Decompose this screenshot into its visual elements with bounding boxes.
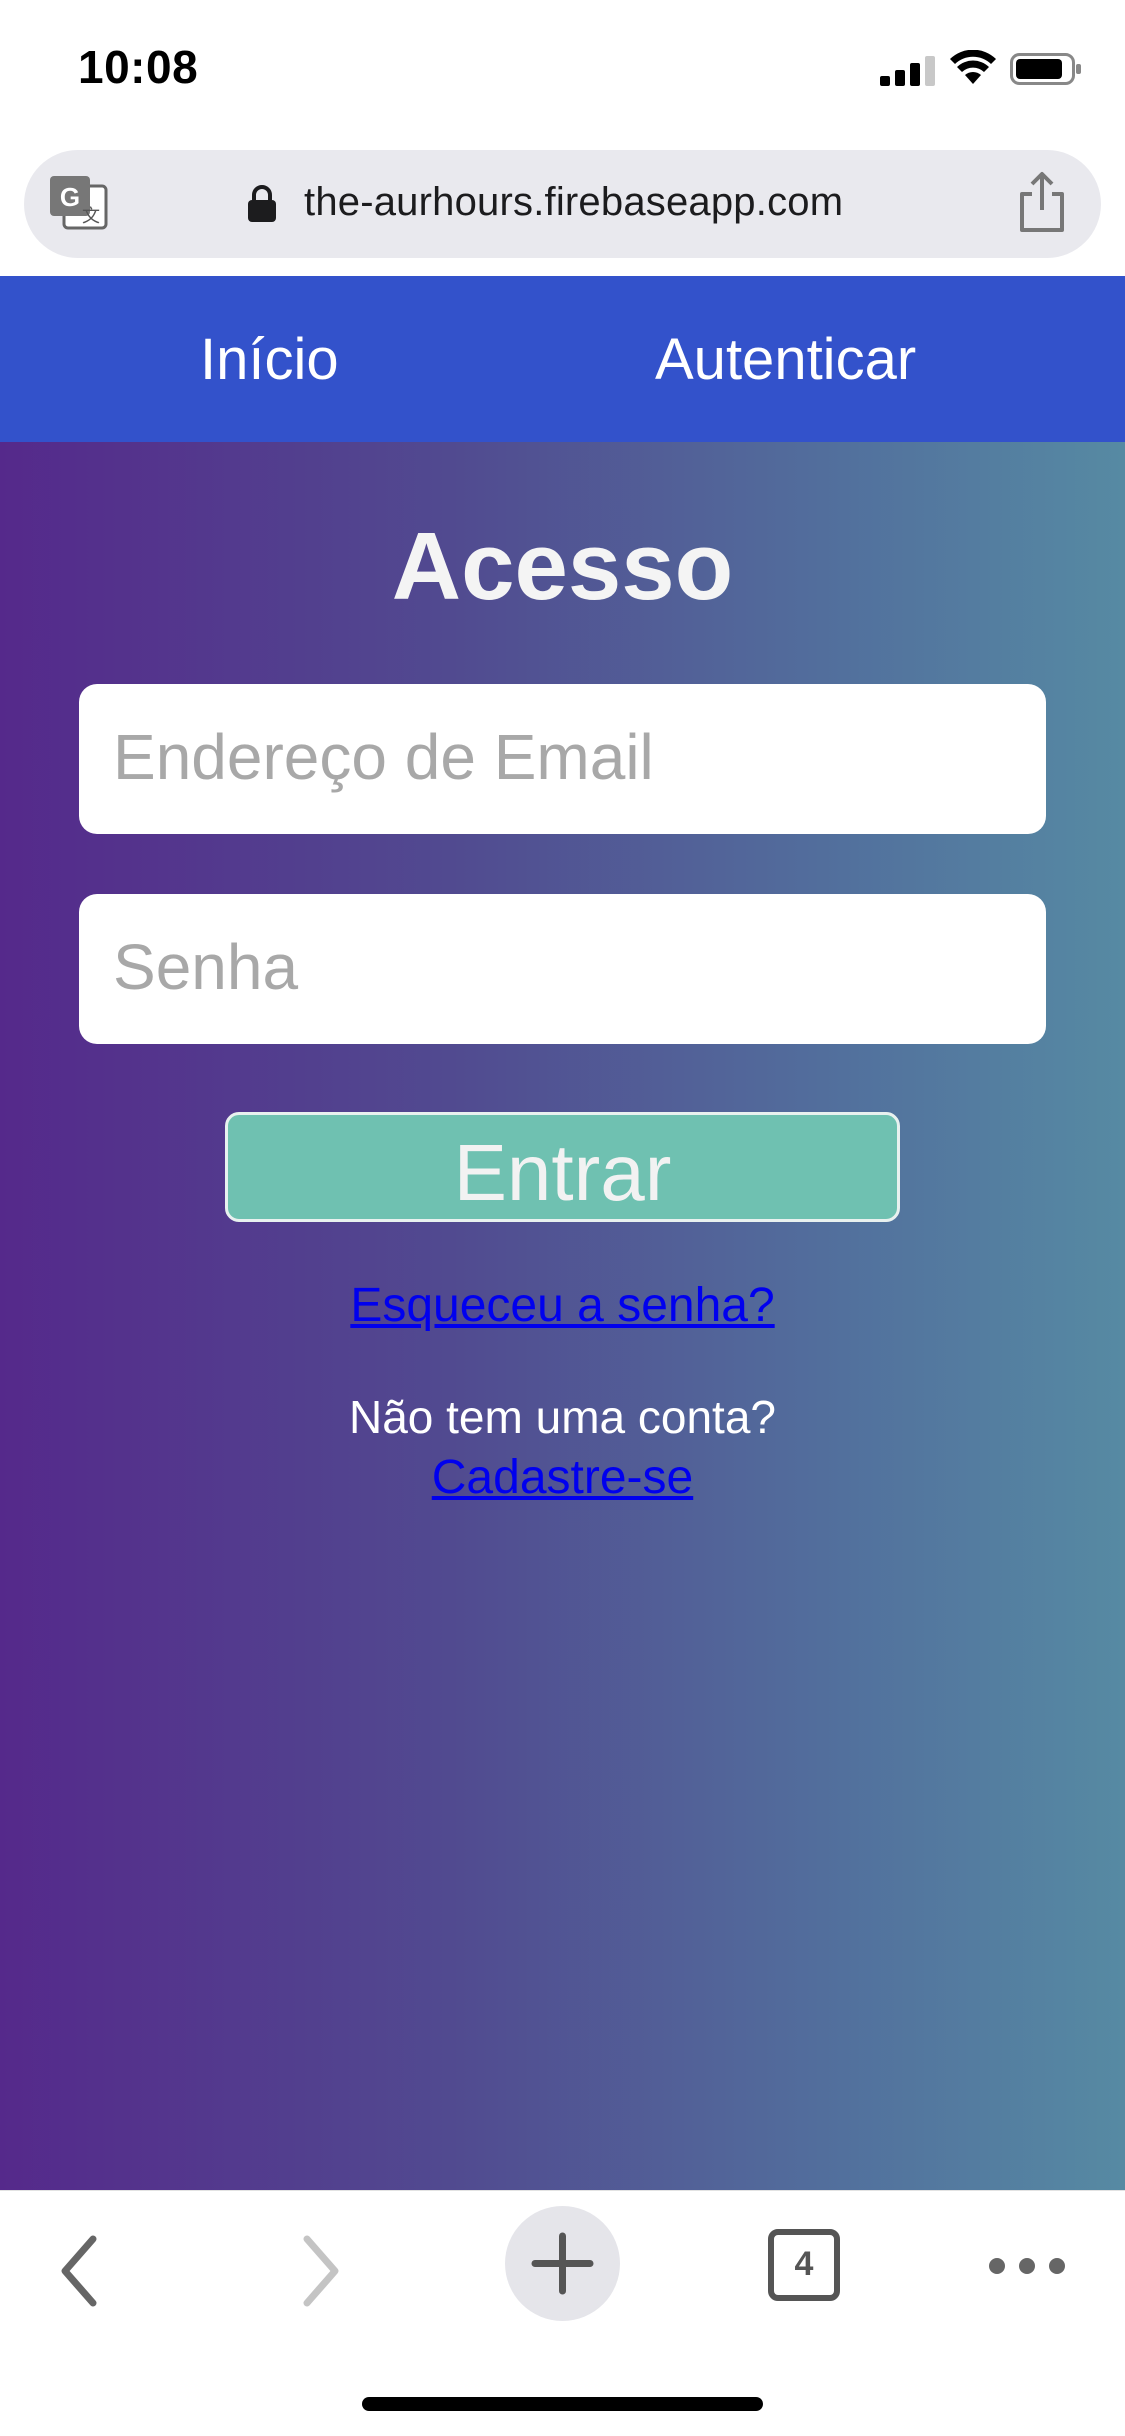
home-indicator [362, 2397, 763, 2411]
nav-item-autenticar[interactable]: Autenticar [655, 326, 916, 393]
submit-button[interactable]: Entrar [225, 1112, 900, 1222]
tabs-button[interactable]: 4 [768, 2229, 840, 2301]
top-nav: Início Autenticar [0, 276, 1125, 442]
login-section: Acesso Endereço de Email Senha Entrar Es… [0, 442, 1125, 2190]
page-title: Acesso [391, 513, 734, 620]
nav-item-inicio[interactable]: Início [200, 326, 339, 393]
translate-icon[interactable]: G 文 [46, 172, 110, 236]
share-icon[interactable] [1014, 170, 1070, 234]
password-placeholder: Senha [113, 931, 299, 1003]
plus-icon [531, 2232, 594, 2295]
status-bar: 10:08 [0, 0, 1125, 140]
battery-icon [1010, 53, 1081, 85]
lock-icon [248, 185, 276, 222]
tabs-count: 4 [794, 2245, 814, 2283]
new-tab-button[interactable] [505, 2206, 620, 2321]
no-account-text: Não tem uma conta? [348, 1391, 776, 1443]
svg-text:文: 文 [82, 206, 100, 226]
back-icon[interactable] [55, 2231, 105, 2311]
more-icon[interactable] [985, 2251, 1070, 2281]
password-field[interactable]: Senha [79, 894, 1046, 1044]
svg-text:G: G [60, 182, 80, 212]
address-bar[interactable]: G 文 the-aurhours.firebaseapp.com [24, 150, 1101, 258]
submit-button-label: Entrar [453, 1128, 672, 1217]
signal-icon [880, 56, 936, 86]
status-time: 10:08 [78, 41, 199, 93]
forward-icon[interactable] [295, 2231, 345, 2311]
wifi-icon [950, 50, 996, 84]
signup-row: Cadastre-se [0, 1450, 1125, 1505]
forgot-password-row: Esqueceu a senha? [0, 1278, 1125, 1333]
signup-link[interactable]: Cadastre-se [432, 1451, 693, 1504]
email-placeholder: Endereço de Email [113, 721, 654, 793]
email-field[interactable]: Endereço de Email [79, 684, 1046, 834]
url-text[interactable]: the-aurhours.firebaseapp.com [304, 180, 843, 225]
forgot-password-link[interactable]: Esqueceu a senha? [350, 1279, 774, 1332]
